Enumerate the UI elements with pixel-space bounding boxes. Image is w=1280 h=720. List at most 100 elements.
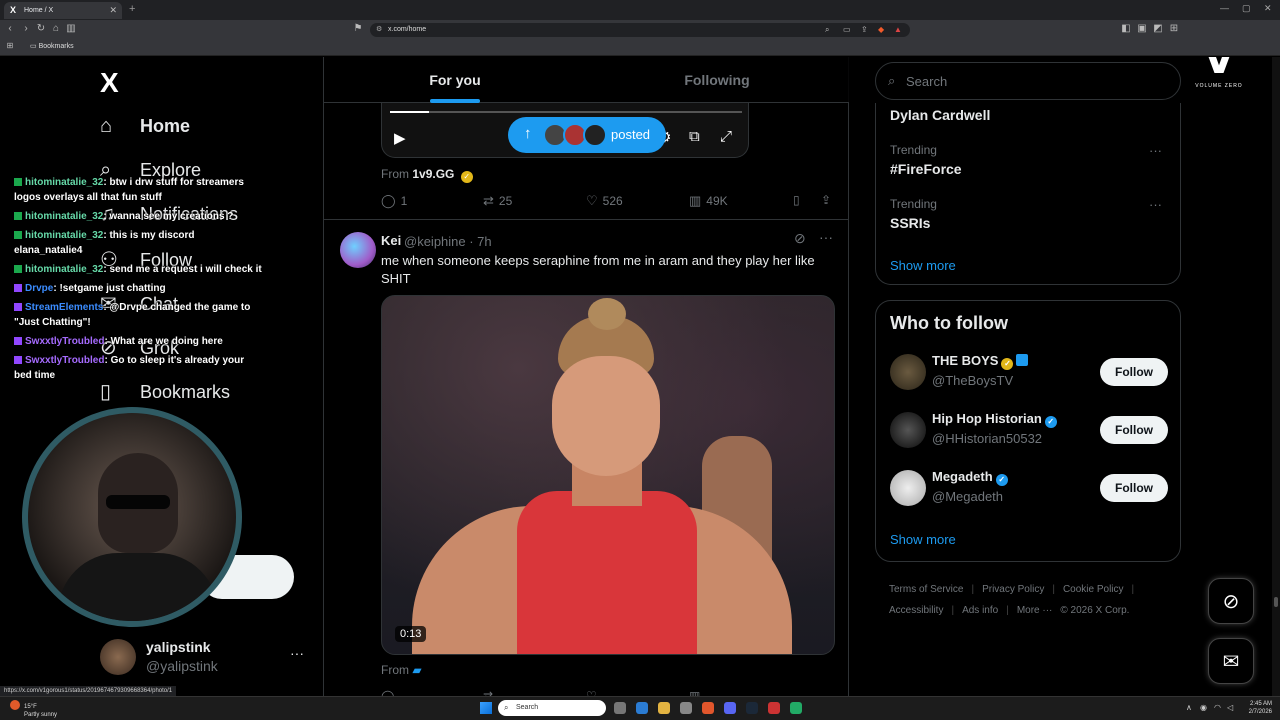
sidebar-toggle-icon[interactable]: ▥ <box>65 23 77 34</box>
reload-icon[interactable]: ↻ <box>35 23 47 34</box>
footer-more-link[interactable]: More ··· <box>1017 605 1053 616</box>
analytics-icon[interactable]: ▥ <box>689 689 700 696</box>
messages-floating-button[interactable]: ✉ <box>1208 638 1254 684</box>
minimize-icon[interactable]: — <box>1220 3 1229 13</box>
tray-overflow-icon[interactable]: ∧ <box>1186 703 1192 712</box>
app-icon[interactable] <box>768 702 780 714</box>
footer-cookie-link[interactable]: Cookie Policy <box>1063 584 1124 595</box>
extension-icon[interactable]: ▣ <box>1136 23 1148 34</box>
brave-rewards-icon[interactable]: ▲ <box>894 23 902 37</box>
app-icon[interactable] <box>680 702 692 714</box>
more-icon[interactable]: ··· <box>1149 197 1162 212</box>
post[interactable]: Kei @keiphine · 7h ⊘ ··· me when someone… <box>324 220 849 696</box>
volume-icon[interactable]: ◁ <box>1227 703 1233 712</box>
repost-button[interactable]: ⇄ 25 <box>483 193 512 209</box>
search-input[interactable]: ⌕ Search <box>875 62 1181 100</box>
new-tab-icon[interactable]: + <box>129 3 135 15</box>
taskbar-search[interactable]: ⌕ Search <box>498 700 606 716</box>
settings-app-icon[interactable] <box>614 702 626 714</box>
follow-button[interactable]: Follow <box>1100 474 1168 502</box>
account-more-icon[interactable]: ··· <box>290 645 304 661</box>
video-progress-bar[interactable] <box>390 111 742 113</box>
repost-icon[interactable]: ⇄ <box>483 689 493 696</box>
right-sidebar: ⌕ Search Dylan Cardwell Trending #FireFo… <box>849 57 1280 696</box>
follow-button[interactable]: Follow <box>1100 358 1168 386</box>
bookmarks-folder[interactable]: ▭ Bookmarks <box>30 42 74 50</box>
follow-suggestion[interactable]: THE BOYS ✓ @TheBoysTV Follow <box>890 351 1170 393</box>
forward-icon[interactable]: › <box>20 23 32 34</box>
back-icon[interactable]: ‹ <box>4 23 16 34</box>
grok-floating-button[interactable]: ⊘ <box>1208 578 1254 624</box>
fullscreen-icon[interactable]: ⤢ <box>720 128 732 145</box>
taskbar-clock[interactable]: 2:45 AM 2/7/2026 <box>1240 700 1272 716</box>
weather-widget[interactable]: 15°F Partly sunny <box>10 700 57 719</box>
post-author-handle[interactable]: @keiphine · 7h <box>404 234 492 249</box>
site-info-icon[interactable]: ⚙ <box>376 23 382 37</box>
steam-app-icon[interactable] <box>746 702 758 714</box>
share-icon[interactable]: ⇪ <box>861 23 868 37</box>
wifi-icon[interactable]: ◠ <box>1214 703 1221 712</box>
post-video[interactable]: 0:13 <box>381 295 835 655</box>
edge-app-icon[interactable] <box>636 702 648 714</box>
url-field[interactable]: ⚙ x.com/home ⌕ ▭ ⇪ ◆ ▲ <box>370 23 910 37</box>
footer-privacy-link[interactable]: Privacy Policy <box>982 584 1044 595</box>
tab-following[interactable]: Following <box>586 57 848 103</box>
footer-accessibility-link[interactable]: Accessibility <box>889 605 943 616</box>
extension-icon[interactable]: ⊞ <box>1168 23 1180 34</box>
extension-icon[interactable]: ◧ <box>1120 23 1132 34</box>
reply-button[interactable]: ◯ 1 <box>381 193 407 209</box>
pip-icon[interactable]: ⧉ <box>689 128 700 145</box>
close-window-icon[interactable]: ✕ <box>1264 3 1272 14</box>
post-text: me when someone keeps seraphine from me … <box>381 253 815 286</box>
file-explorer-icon[interactable] <box>658 702 670 714</box>
trend-item[interactable]: Trending SSRIs ··· <box>890 197 1170 231</box>
follow-button[interactable]: Follow <box>1100 416 1168 444</box>
network-icon[interactable]: ◉ <box>1200 703 1207 712</box>
grok-icon[interactable]: ⊘ <box>794 230 806 247</box>
trend-item[interactable]: Dylan Cardwell <box>890 103 1170 123</box>
reply-icon[interactable]: ◯ <box>381 689 394 696</box>
tab-for-you[interactable]: For you <box>324 57 586 103</box>
close-tab-icon[interactable]: ✕ <box>109 2 117 19</box>
more-icon[interactable]: ··· <box>1149 143 1162 158</box>
maximize-icon[interactable]: ▢ <box>1242 3 1251 14</box>
home-browser-icon[interactable]: ⌂ <box>50 23 62 34</box>
account-switcher[interactable]: yalipstink @yalipstink ··· <box>100 635 310 679</box>
folder-icon[interactable]: ▰ <box>412 663 421 677</box>
divider: | <box>1052 584 1055 595</box>
like-button[interactable]: ♡ 526 <box>586 193 623 209</box>
avatar[interactable] <box>340 232 376 268</box>
apps-grid-icon[interactable]: ⊞ <box>4 41 16 50</box>
scrollbar-thumb[interactable] <box>1274 597 1278 607</box>
share-post-icon[interactable]: ⇪ <box>821 193 831 207</box>
footer-ads-link[interactable]: Ads info <box>962 605 998 616</box>
chat-username: hitominatalie_32 <box>25 264 104 275</box>
play-icon[interactable]: ▶ <box>394 129 406 147</box>
brave-app-icon[interactable] <box>702 702 714 714</box>
install-app-icon[interactable]: ▭ <box>843 23 851 37</box>
trend-item[interactable]: Trending #FireForce ··· <box>890 143 1170 177</box>
discord-app-icon[interactable] <box>724 702 736 714</box>
bookmark-page-icon[interactable]: ⚑ <box>352 23 364 34</box>
follow-suggestion[interactable]: Hip Hop Historian ✓ @HHistorian50532 Foll… <box>890 409 1170 451</box>
start-button-icon[interactable] <box>480 702 492 714</box>
brave-shield-icon[interactable]: ◆ <box>878 23 884 37</box>
extension-icon[interactable]: ◩ <box>1152 23 1164 34</box>
views-button[interactable]: ▥ 49K <box>689 193 728 209</box>
x-logo-icon[interactable]: X <box>100 67 119 99</box>
page-scrollbar[interactable] <box>1272 57 1280 696</box>
more-icon[interactable]: ··· <box>819 229 833 245</box>
footer-terms-link[interactable]: Terms of Service <box>889 584 963 595</box>
browser-tab[interactable]: X Home / X ✕ <box>4 2 122 19</box>
heart-icon[interactable]: ♡ <box>586 689 597 696</box>
show-more-follow-link[interactable]: Show more <box>890 532 956 547</box>
show-more-trends-link[interactable]: Show more <box>890 258 956 273</box>
new-posts-pill[interactable]: ↑ posted <box>508 117 666 153</box>
app-icon[interactable] <box>790 702 802 714</box>
nav-home[interactable]: ⌂ Home <box>100 115 190 145</box>
bookmark-post-icon[interactable]: ▯ <box>793 193 800 207</box>
follow-suggestion[interactable]: Megadeth ✓ @Megadeth Follow <box>890 467 1170 509</box>
zoom-icon[interactable]: ⌕ <box>825 23 829 37</box>
from-source-link[interactable]: 1v9.GG <box>412 167 454 181</box>
post-author-name[interactable]: Kei <box>381 233 401 248</box>
